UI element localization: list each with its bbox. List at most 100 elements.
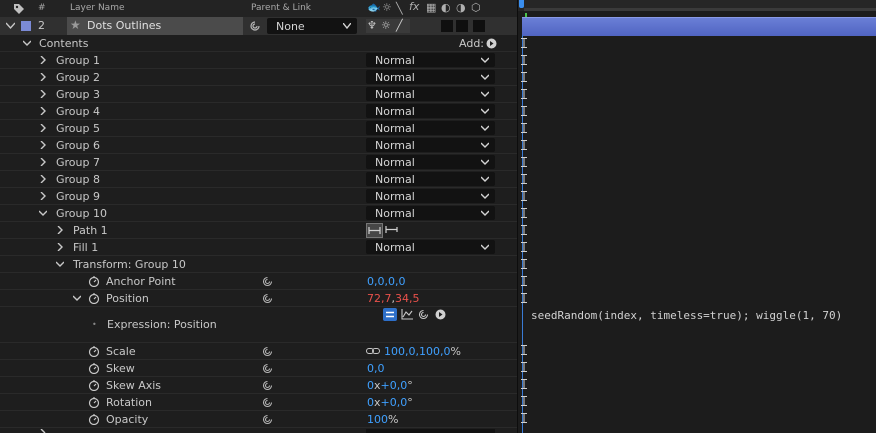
group-label[interactable]: Group 4	[56, 105, 100, 118]
chevron-right-icon[interactable]	[39, 124, 47, 132]
opacity-row[interactable]: Opacity 100%	[0, 411, 517, 428]
expression-code-field[interactable]: seedRandom(index, timeless=true); wiggle…	[531, 309, 842, 322]
layer-name-cell[interactable]: ★ Dots Outlines	[67, 17, 243, 35]
constrain-proportions-link-icon[interactable]	[366, 347, 380, 355]
scale-value[interactable]: 100,0,100,0%	[384, 345, 461, 358]
blend-mode-dropdown[interactable]: Normal	[366, 87, 495, 101]
path-label[interactable]: Path 1	[73, 224, 108, 237]
time-ruler[interactable]	[518, 0, 876, 11]
pickwhip-icon[interactable]	[249, 20, 261, 32]
group-row[interactable]: Group 9 Normal	[0, 188, 517, 205]
rotation-row[interactable]: Rotation 0x+0,0°	[0, 394, 517, 411]
group-label[interactable]: Group 2	[56, 71, 100, 84]
group-label[interactable]: Group 8	[56, 173, 100, 186]
layer-switches[interactable]: ♆ ☼ ╱	[366, 19, 410, 33]
group-row[interactable]: Group 5 Normal	[0, 120, 517, 137]
pickwhip-icon[interactable]	[262, 363, 273, 374]
motion-blur-switch[interactable]	[441, 20, 453, 32]
group-label[interactable]: Group 7	[56, 156, 100, 169]
adjustment-switch[interactable]	[456, 20, 468, 32]
transform-label[interactable]: Transform: Group 10	[73, 258, 186, 271]
chevron-right-icon[interactable]	[39, 107, 47, 115]
chevron-right-icon[interactable]	[39, 158, 47, 166]
group-label[interactable]: Group 6	[56, 139, 100, 152]
chevron-right-icon[interactable]	[56, 243, 64, 251]
stopwatch-icon[interactable]	[88, 275, 100, 287]
group-label[interactable]: Group 1	[56, 54, 100, 67]
pickwhip-icon[interactable]	[262, 276, 273, 287]
pickwhip-icon[interactable]	[262, 414, 273, 425]
work-area-bar[interactable]	[524, 8, 876, 11]
path-direction-reverse-button[interactable]	[384, 223, 399, 236]
path-row[interactable]: Path 1	[0, 222, 517, 239]
group-row[interactable]: Group 6 Normal	[0, 137, 517, 154]
layer-row[interactable]: 2 ★ Dots Outlines None ♆ ☼ ╱	[0, 17, 517, 35]
layer-name[interactable]: Dots Outlines	[87, 19, 161, 32]
collapse-switch-icon[interactable]: ☼	[381, 19, 391, 32]
layer-duration-bar[interactable]	[522, 17, 876, 36]
quality-switch-icon[interactable]: ╱	[396, 19, 403, 32]
blend-mode-dropdown[interactable]: Normal	[366, 206, 495, 220]
pickwhip-icon[interactable]	[262, 293, 273, 304]
blend-mode-dropdown[interactable]: Normal	[366, 121, 495, 135]
chevron-right-icon[interactable]	[39, 56, 47, 64]
chevron-right-icon[interactable]	[39, 175, 47, 183]
group-label[interactable]: Group 5	[56, 122, 100, 135]
chevron-right-icon[interactable]	[39, 192, 47, 200]
position-value[interactable]: 72,7,34,5	[367, 292, 420, 305]
group-row[interactable]: Group 1 Normal	[0, 52, 517, 69]
rotation-value[interactable]: 0x+0,0°	[367, 396, 413, 409]
stopwatch-icon[interactable]	[88, 362, 100, 374]
blend-mode-dropdown[interactable]: Normal	[366, 70, 495, 84]
fill-blend-dropdown[interactable]: Normal	[366, 240, 495, 254]
col-layer-name[interactable]: Layer Name	[70, 3, 125, 13]
pickwhip-icon[interactable]	[262, 397, 273, 408]
chevron-right-icon[interactable]	[39, 73, 47, 81]
parent-dropdown[interactable]: None	[267, 18, 357, 34]
group-row[interactable]: Group 10 Normal	[0, 205, 517, 222]
blend-mode-dropdown[interactable]: Normal	[366, 172, 495, 186]
expression-pickwhip-icon[interactable]	[418, 309, 429, 320]
stopwatch-icon[interactable]	[88, 292, 100, 304]
col-parent-link[interactable]: Parent & Link	[251, 3, 311, 13]
group-row[interactable]: Group 7 Normal	[0, 154, 517, 171]
chevron-right-icon[interactable]	[56, 226, 64, 234]
group-label[interactable]: Group 3	[56, 88, 100, 101]
playhead-handle[interactable]	[519, 0, 524, 8]
stopwatch-icon[interactable]	[88, 396, 100, 408]
blend-mode-dropdown[interactable]: Normal	[366, 189, 495, 203]
skew-value[interactable]: 0,0	[367, 362, 385, 375]
fill-row[interactable]: Fill 1 Normal	[0, 239, 517, 256]
chevron-right-icon[interactable]	[39, 141, 47, 149]
anchor-point-row[interactable]: Anchor Point 0,0,0,0	[0, 273, 517, 290]
label-tag-icon[interactable]	[13, 3, 25, 14]
skew-axis-value[interactable]: 0x+0,0°	[367, 379, 413, 392]
stopwatch-icon[interactable]	[88, 345, 100, 357]
group-row[interactable]: Group 3 Normal	[0, 86, 517, 103]
pickwhip-icon[interactable]	[262, 380, 273, 391]
path-direction-normal-button[interactable]	[366, 223, 383, 238]
add-menu-icon[interactable]	[486, 38, 497, 49]
chevron-down-icon[interactable]	[39, 209, 47, 217]
scale-row[interactable]: Scale 100,0,100,0%	[0, 343, 517, 360]
shy-switch-icon[interactable]: ♆	[367, 19, 377, 32]
blend-mode-dropdown[interactable]: Normal	[366, 104, 495, 118]
opacity-value[interactable]: 100%	[367, 413, 398, 426]
chevron-down-icon[interactable]	[73, 294, 81, 302]
group-label[interactable]: Group 9	[56, 190, 100, 203]
blend-mode-dropdown[interactable]: Normal	[366, 155, 495, 169]
group-row[interactable]: Group 2 Normal	[0, 69, 517, 86]
chevron-down-icon[interactable]	[23, 39, 31, 47]
enable-expression-button[interactable]	[383, 308, 397, 321]
transform-row[interactable]: Transform: Group 10	[0, 256, 517, 273]
graph-icon[interactable]	[401, 309, 413, 320]
stopwatch-icon[interactable]	[88, 379, 100, 391]
label-color-swatch[interactable]	[21, 21, 31, 31]
expression-language-menu-icon[interactable]	[435, 309, 446, 320]
fill-label[interactable]: Fill 1	[73, 241, 98, 254]
anchor-value[interactable]: 0,0,0,0	[367, 275, 406, 288]
3d-switch[interactable]	[473, 20, 485, 32]
blend-mode-dropdown[interactable]: Normal	[366, 53, 495, 67]
contents-row[interactable]: Contents Add:	[0, 35, 517, 52]
group-row[interactable]: Group 4 Normal	[0, 103, 517, 120]
